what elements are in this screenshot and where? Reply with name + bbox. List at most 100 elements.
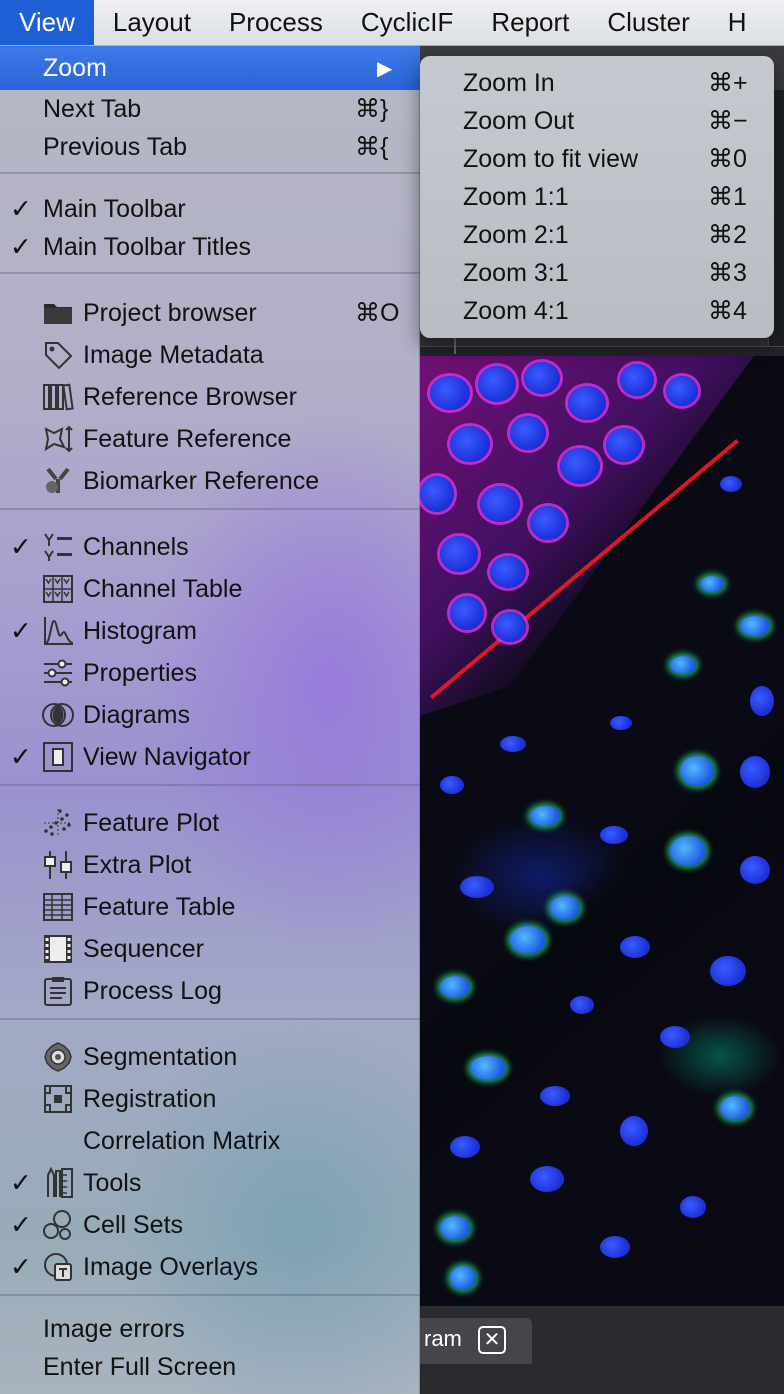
menu-item-zoom[interactable]: Zoom ▶ — [0, 46, 420, 90]
menu-item-label: Channels — [83, 532, 189, 561]
menu-item-label: Image errors — [43, 1314, 185, 1343]
cell — [450, 426, 490, 462]
menu-report[interactable]: Report — [472, 0, 588, 45]
submenu-item-zoom-3-1[interactable]: Zoom 3:1 ⌘3 — [420, 254, 774, 292]
submenu-item-zoom-1-1[interactable]: Zoom 1:1 ⌘1 — [420, 178, 774, 216]
menu-item-next-tab[interactable]: Next Tab ⌘} — [0, 90, 420, 128]
clipboard-icon — [42, 975, 74, 1007]
menu-item-label: Zoom to fit view — [463, 144, 639, 173]
film-icon — [42, 933, 74, 965]
books-icon — [42, 381, 74, 413]
menu-item-main-toolbar-titles[interactable]: ✓ Main Toolbar Titles — [0, 228, 420, 266]
menu-item-project-browser[interactable]: Project browser ⌘O — [0, 292, 420, 334]
menu-layout[interactable]: Layout — [94, 0, 210, 45]
venn-icon — [42, 699, 74, 731]
menu-item-view-navigator[interactable]: ✓ View Navigator — [0, 736, 420, 778]
menu-item-process-log[interactable]: Process Log — [0, 970, 420, 1012]
menu-item-label: Enter Full Screen — [43, 1352, 237, 1381]
cell — [450, 1136, 480, 1158]
cell — [570, 996, 594, 1014]
microscopy-image-view[interactable] — [420, 356, 784, 1306]
submenu-item-zoom-4-1[interactable]: Zoom 4:1 ⌘4 — [420, 292, 774, 330]
biomarker-icon — [42, 465, 74, 497]
menu-separator — [0, 502, 420, 526]
menu-cluster[interactable]: Cluster — [588, 0, 708, 45]
sliders-icon — [42, 657, 74, 689]
toolbar-tick — [454, 336, 456, 354]
cell — [478, 366, 516, 402]
menu-view[interactable]: View — [0, 0, 94, 45]
cell — [470, 1056, 506, 1080]
menu-item-feature-reference[interactable]: Feature Reference — [0, 418, 420, 460]
cell — [500, 736, 526, 752]
menu-item-image-metadata[interactable]: Image Metadata — [0, 334, 420, 376]
cell — [440, 536, 478, 572]
registration-icon — [42, 1083, 74, 1115]
checkmark-icon: ✓ — [10, 741, 32, 772]
cell — [440, 776, 464, 794]
menu-item-cell-sets[interactable]: ✓ Cell Sets — [0, 1204, 420, 1246]
menu-item-image-errors[interactable]: Image errors — [0, 1310, 420, 1348]
cell — [620, 936, 650, 958]
cell — [700, 576, 724, 592]
menu-item-label: Main Toolbar — [43, 194, 186, 223]
menu-item-label: Zoom — [43, 53, 107, 82]
menu-item-main-toolbar[interactable]: ✓ Main Toolbar — [0, 190, 420, 228]
cell — [460, 876, 494, 898]
shortcut-label: ⌘1 — [708, 183, 747, 211]
cell — [670, 656, 696, 674]
menu-item-extra-plot[interactable]: Extra Plot — [0, 844, 420, 886]
menu-item-tools[interactable]: ✓ Tools — [0, 1162, 420, 1204]
cell — [510, 416, 546, 450]
shortcut-label: ⌘2 — [708, 221, 747, 249]
cell — [530, 1166, 564, 1192]
overlay-icon — [42, 1251, 74, 1283]
menu-cyclicif[interactable]: CyclicIF — [342, 0, 472, 45]
cell — [610, 716, 632, 730]
channel-table-icon — [42, 573, 74, 605]
menu-item-feature-plot[interactable]: Feature Plot — [0, 802, 420, 844]
checkmark-icon: ✓ — [10, 231, 32, 262]
submenu-item-zoom-out[interactable]: Zoom Out ⌘− — [420, 102, 774, 140]
menu-item-feature-table[interactable]: Feature Table — [0, 886, 420, 928]
menu-item-sequencer[interactable]: Sequencer — [0, 928, 420, 970]
close-icon[interactable]: ✕ — [478, 1326, 506, 1354]
menu-item-reference-browser[interactable]: Reference Browser — [0, 376, 420, 418]
toolbar-rim — [420, 346, 784, 356]
menu-item-correlation-matrix[interactable]: Correlation Matrix — [0, 1120, 420, 1162]
cell — [600, 1236, 630, 1258]
cell — [660, 1026, 690, 1048]
cell — [510, 926, 546, 954]
menu-item-label: Zoom 2:1 — [463, 220, 569, 249]
menu-item-registration[interactable]: Registration — [0, 1078, 420, 1120]
cell — [560, 448, 600, 484]
menu-item-previous-tab[interactable]: Previous Tab ⌘{ — [0, 128, 420, 166]
checkmark-icon: ✓ — [10, 615, 32, 646]
cell — [750, 686, 774, 716]
menu-item-biomarker-reference[interactable]: Biomarker Reference — [0, 460, 420, 502]
menu-item-image-overlays[interactable]: ✓ Image Overlays — [0, 1246, 420, 1288]
menu-item-channel-table[interactable]: Channel Table — [0, 568, 420, 610]
menu-item-label: Image Overlays — [83, 1252, 259, 1281]
menu-help[interactable]: H — [709, 0, 766, 45]
submenu-item-zoom-to-fit[interactable]: Zoom to fit view ⌘0 — [420, 140, 774, 178]
shortcut-label: ⌘0 — [708, 145, 747, 173]
menu-separator — [0, 1012, 420, 1036]
shortcut-label: ⌘− — [708, 107, 748, 135]
menu-item-histogram[interactable]: ✓ Histogram — [0, 610, 420, 652]
menu-item-segmentation[interactable]: Segmentation — [0, 1036, 420, 1078]
shortcut-label: ⌘+ — [708, 69, 748, 97]
menu-item-channels[interactable]: ✓ Channels — [0, 526, 420, 568]
menu-item-properties[interactable]: Properties — [0, 652, 420, 694]
menu-item-label: Process Log — [83, 976, 222, 1005]
cell — [670, 836, 706, 866]
submenu-item-zoom-2-1[interactable]: Zoom 2:1 ⌘2 — [420, 216, 774, 254]
menu-item-label: Zoom Out — [463, 106, 575, 135]
shortcut-label: ⌘3 — [708, 259, 747, 287]
menu-item-label: Zoom 4:1 — [463, 296, 569, 325]
menu-item-diagrams[interactable]: Diagrams — [0, 694, 420, 736]
shortcut-label: ⌘4 — [708, 297, 747, 325]
menu-item-enter-full-screen[interactable]: Enter Full Screen — [0, 1348, 420, 1386]
submenu-item-zoom-in[interactable]: Zoom In ⌘+ — [420, 64, 774, 102]
menu-process[interactable]: Process — [210, 0, 342, 45]
